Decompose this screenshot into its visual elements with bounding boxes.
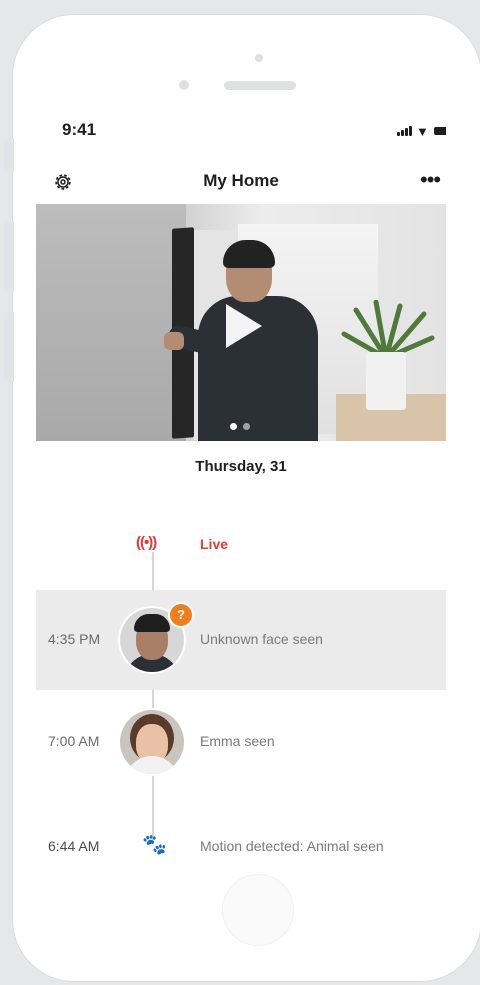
unknown-face-badge: ? — [170, 604, 192, 626]
carousel-dot-active[interactable] — [230, 423, 237, 430]
volume-up-button — [4, 222, 14, 292]
event-label: Motion detected: Animal seen — [200, 838, 384, 854]
date-label: Thursday, 31 — [195, 458, 287, 475]
event-label: Unknown face seen — [200, 631, 323, 647]
app-screen: 9:41 ▼ My Home ••• Thursday, 31 ((•)) Li… — [36, 102, 446, 858]
mute-switch — [4, 138, 14, 172]
play-icon[interactable] — [226, 304, 262, 348]
timeline-live-row[interactable]: ((•)) Live — [36, 530, 446, 560]
camera-video-player[interactable] — [36, 204, 446, 441]
plant-pot — [366, 352, 406, 410]
earpiece-speaker — [224, 81, 296, 90]
plant-image — [341, 300, 435, 360]
page-title: My Home — [203, 171, 279, 190]
video-wall — [36, 204, 186, 441]
timeline-event-unknown-face[interactable]: 4:35 PM ? Unknown face seen — [36, 590, 446, 690]
event-time: 7:00 AM — [48, 733, 100, 749]
cellular-signal-icon — [397, 126, 412, 136]
wifi-icon: ▼ — [416, 124, 429, 139]
live-broadcast-icon: ((•)) — [136, 534, 157, 551]
volume-down-button — [4, 312, 14, 382]
status-time: 9:41 — [62, 120, 97, 139]
home-button[interactable] — [222, 874, 294, 946]
timeline-event-emma[interactable]: 7:00 AM Emma seen — [36, 692, 446, 792]
status-bar: 9:41 ▼ — [36, 102, 446, 146]
app-header: My Home ••• — [36, 164, 446, 202]
more-options-icon[interactable]: ••• — [420, 167, 441, 193]
paw-icon: 🐾 — [142, 834, 167, 856]
emma-avatar — [120, 710, 184, 774]
carousel-dots[interactable] — [230, 417, 256, 435]
person-hand — [164, 332, 184, 350]
sensor-dot — [255, 54, 263, 62]
event-time: 4:35 PM — [48, 631, 101, 647]
timeline-event-animal[interactable]: 6:44 AM 🐾 Motion detected: Animal seen — [36, 796, 446, 858]
front-camera — [179, 80, 189, 90]
carousel-dot[interactable] — [243, 423, 250, 430]
live-label: Live — [200, 536, 229, 552]
battery-icon — [434, 127, 446, 135]
event-time: 6:44 AM — [48, 838, 100, 854]
event-label: Emma seen — [200, 733, 275, 749]
